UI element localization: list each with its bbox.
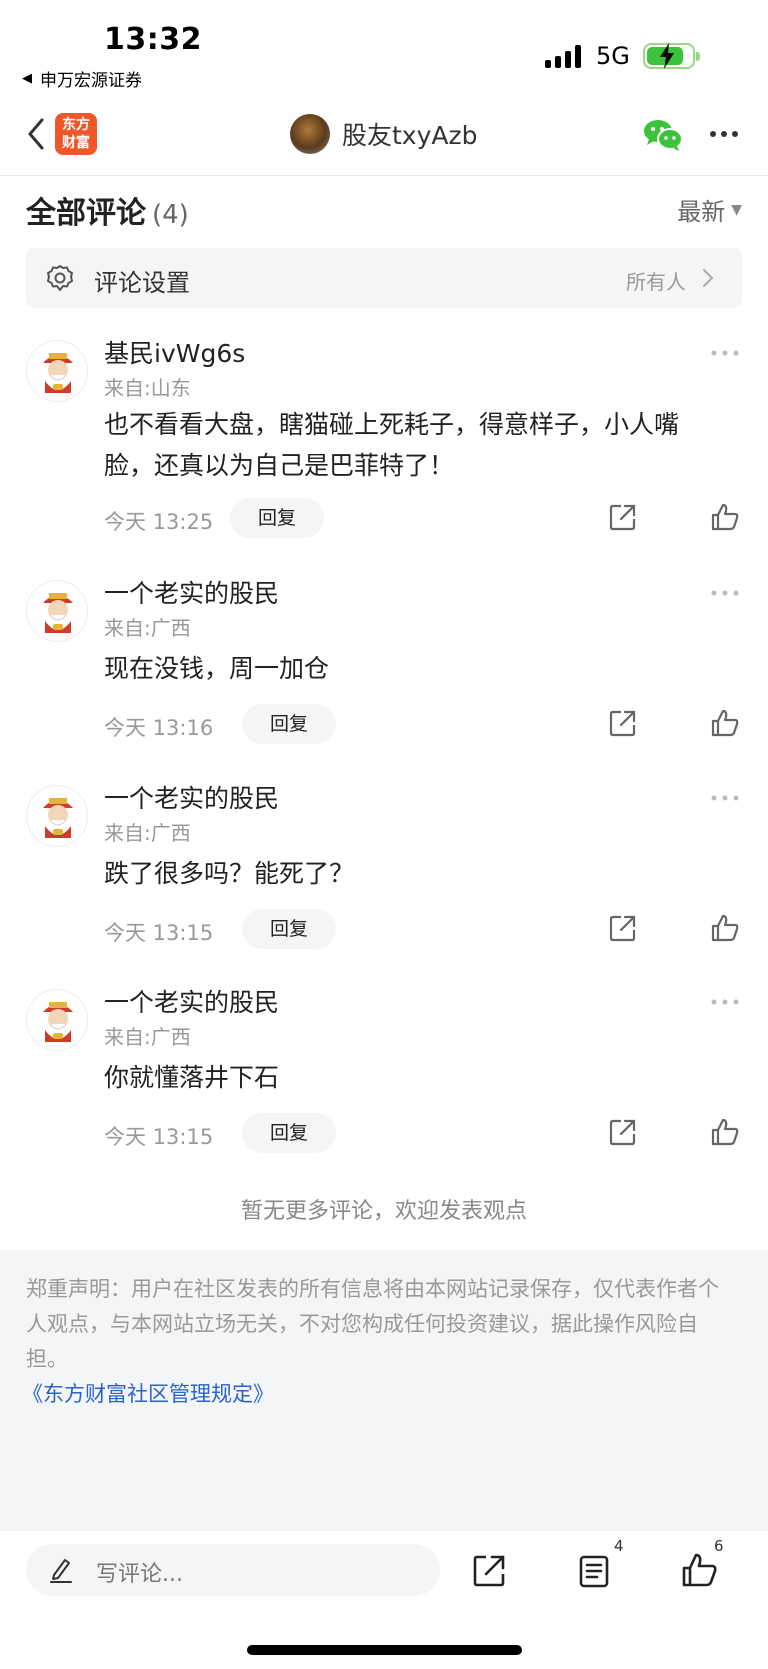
network-type: 5G bbox=[596, 42, 630, 70]
status-time: 13:32 bbox=[104, 22, 202, 57]
more-icon[interactable] bbox=[710, 793, 740, 803]
commenter-name[interactable]: 一个老实的股民 bbox=[104, 983, 279, 1019]
like-icon[interactable] bbox=[710, 1117, 740, 1147]
pencil-icon bbox=[50, 1559, 72, 1583]
disclaimer-text: 郑重声明：用户在社区发表的所有信息将由本网站记录保存，仅代表作者个人观点，与本网… bbox=[26, 1277, 719, 1371]
commenter-location: 来自:广西 bbox=[104, 821, 191, 845]
like-icon[interactable] bbox=[710, 708, 740, 738]
comment-item: 一个老实的股民 来自:广西 你就懂落井下石 今天 13:15 回复 bbox=[0, 983, 768, 1153]
commenter-location: 来自:山东 bbox=[104, 376, 191, 400]
share-icon[interactable] bbox=[608, 913, 638, 943]
commenter-location: 来自:广西 bbox=[104, 616, 191, 640]
user-header[interactable]: 股友txyAzb bbox=[290, 114, 478, 154]
commenter-avatar[interactable] bbox=[26, 989, 88, 1051]
battery-icon bbox=[643, 43, 700, 69]
reply-button[interactable]: 回复 bbox=[230, 498, 324, 538]
commenter-name[interactable]: 一个老实的股民 bbox=[104, 779, 279, 815]
comment-time: 今天 13:15 bbox=[104, 1125, 214, 1149]
settings-value: 所有人 bbox=[626, 270, 686, 294]
comment-item: 一个老实的股民 来自:广西 跌了很多吗？能死了？ 今天 13:15 回复 bbox=[0, 779, 768, 949]
share-icon[interactable] bbox=[471, 1553, 507, 1589]
list-count-badge: 4 bbox=[614, 1537, 624, 1555]
commenter-avatar[interactable] bbox=[26, 580, 88, 642]
comment-item: 一个老实的股民 来自:广西 现在没钱，周一加仓 今天 13:16 回复 bbox=[0, 574, 768, 744]
bottom-bar: 写评论... 4 6 bbox=[0, 1530, 768, 1669]
chevron-right-icon bbox=[703, 269, 714, 287]
more-icon[interactable] bbox=[710, 348, 740, 358]
back-to-app[interactable]: ◀ 申万宏源证券 bbox=[22, 66, 142, 91]
back-app-label: 申万宏源证券 bbox=[40, 71, 142, 91]
commenter-avatar[interactable] bbox=[26, 785, 88, 847]
like-icon[interactable] bbox=[710, 502, 740, 532]
comments-count: (4) bbox=[152, 200, 189, 230]
back-chevron-icon[interactable] bbox=[22, 114, 52, 154]
comment-text: 你就懂落井下石 bbox=[104, 1063, 280, 1092]
home-indicator[interactable] bbox=[247, 1645, 522, 1655]
community-rules-link[interactable]: 《东方财富社区管理规定》 bbox=[22, 1378, 274, 1408]
comment-time: 今天 13:25 bbox=[104, 510, 214, 534]
more-icon[interactable] bbox=[710, 997, 740, 1007]
commenter-name[interactable]: 一个老实的股民 bbox=[104, 574, 279, 610]
like-icon[interactable] bbox=[710, 913, 740, 943]
status-bar: 13:32 ◀ 申万宏源证券 5G bbox=[0, 0, 768, 96]
logo-line1: 东方 bbox=[62, 117, 90, 133]
comment-settings-row[interactable]: 评论设置 所有人 bbox=[26, 248, 742, 308]
reply-button[interactable]: 回复 bbox=[242, 909, 336, 949]
like-count-badge: 6 bbox=[714, 1537, 724, 1555]
app-logo: 东方 财富 bbox=[55, 113, 97, 155]
share-icon[interactable] bbox=[608, 1117, 638, 1147]
comment-time: 今天 13:15 bbox=[104, 921, 214, 945]
disclaimer-area: 郑重声明：用户在社区发表的所有信息将由本网站记录保存，仅代表作者个人观点，与本网… bbox=[0, 1250, 768, 1530]
gear-icon bbox=[47, 265, 73, 291]
comment-text: 跌了很多吗？能死了？ bbox=[104, 859, 355, 888]
comment-text: 也不看看大盘，瞎猫碰上死耗子，得意样子，小人嘴脸，还真以为自己是巴菲特了！ bbox=[104, 410, 680, 480]
nav-bar: 东方 财富 股友txyAzb bbox=[0, 100, 768, 176]
settings-label: 评论设置 bbox=[94, 269, 190, 297]
reply-button[interactable]: 回复 bbox=[242, 1113, 336, 1153]
wechat-icon[interactable] bbox=[642, 118, 684, 152]
reply-button[interactable]: 回复 bbox=[242, 704, 336, 744]
comment-placeholder: 写评论... bbox=[96, 1562, 183, 1587]
more-icon[interactable] bbox=[708, 124, 740, 144]
list-icon[interactable] bbox=[576, 1553, 612, 1589]
sort-dropdown[interactable]: 最新 ▼ bbox=[677, 192, 742, 227]
comments-title: 全部评论 bbox=[26, 196, 146, 231]
commenter-name[interactable]: 基民ivWg6s bbox=[104, 334, 245, 370]
sort-label: 最新 bbox=[677, 198, 726, 226]
caret-down-icon: ▼ bbox=[731, 201, 742, 218]
more-icon[interactable] bbox=[710, 588, 740, 598]
signal-icon bbox=[545, 44, 581, 68]
commenter-location: 来自:广西 bbox=[104, 1025, 191, 1049]
user-name[interactable]: 股友txyAzb bbox=[342, 116, 478, 152]
commenter-avatar[interactable] bbox=[26, 340, 88, 402]
logo-line2: 财富 bbox=[62, 135, 90, 151]
back-triangle-icon: ◀ bbox=[22, 71, 32, 86]
like-icon[interactable] bbox=[680, 1551, 718, 1589]
share-icon[interactable] bbox=[608, 502, 638, 532]
user-avatar[interactable] bbox=[290, 114, 330, 154]
comment-text: 现在没钱，周一加仓 bbox=[104, 654, 330, 683]
comment-time: 今天 13:16 bbox=[104, 716, 214, 740]
comments-header: 全部评论 (4) 最新 ▼ bbox=[26, 188, 742, 231]
share-icon[interactable] bbox=[608, 708, 638, 738]
no-more-comments: 暂无更多评论，欢迎发表观点 bbox=[240, 1199, 527, 1224]
comment-item: 基民ivWg6s 来自:山东 也不看看大盘，瞎猫碰上死耗子，得意样子，小人嘴脸，… bbox=[0, 334, 768, 544]
comment-input[interactable]: 写评论... bbox=[26, 1544, 440, 1596]
